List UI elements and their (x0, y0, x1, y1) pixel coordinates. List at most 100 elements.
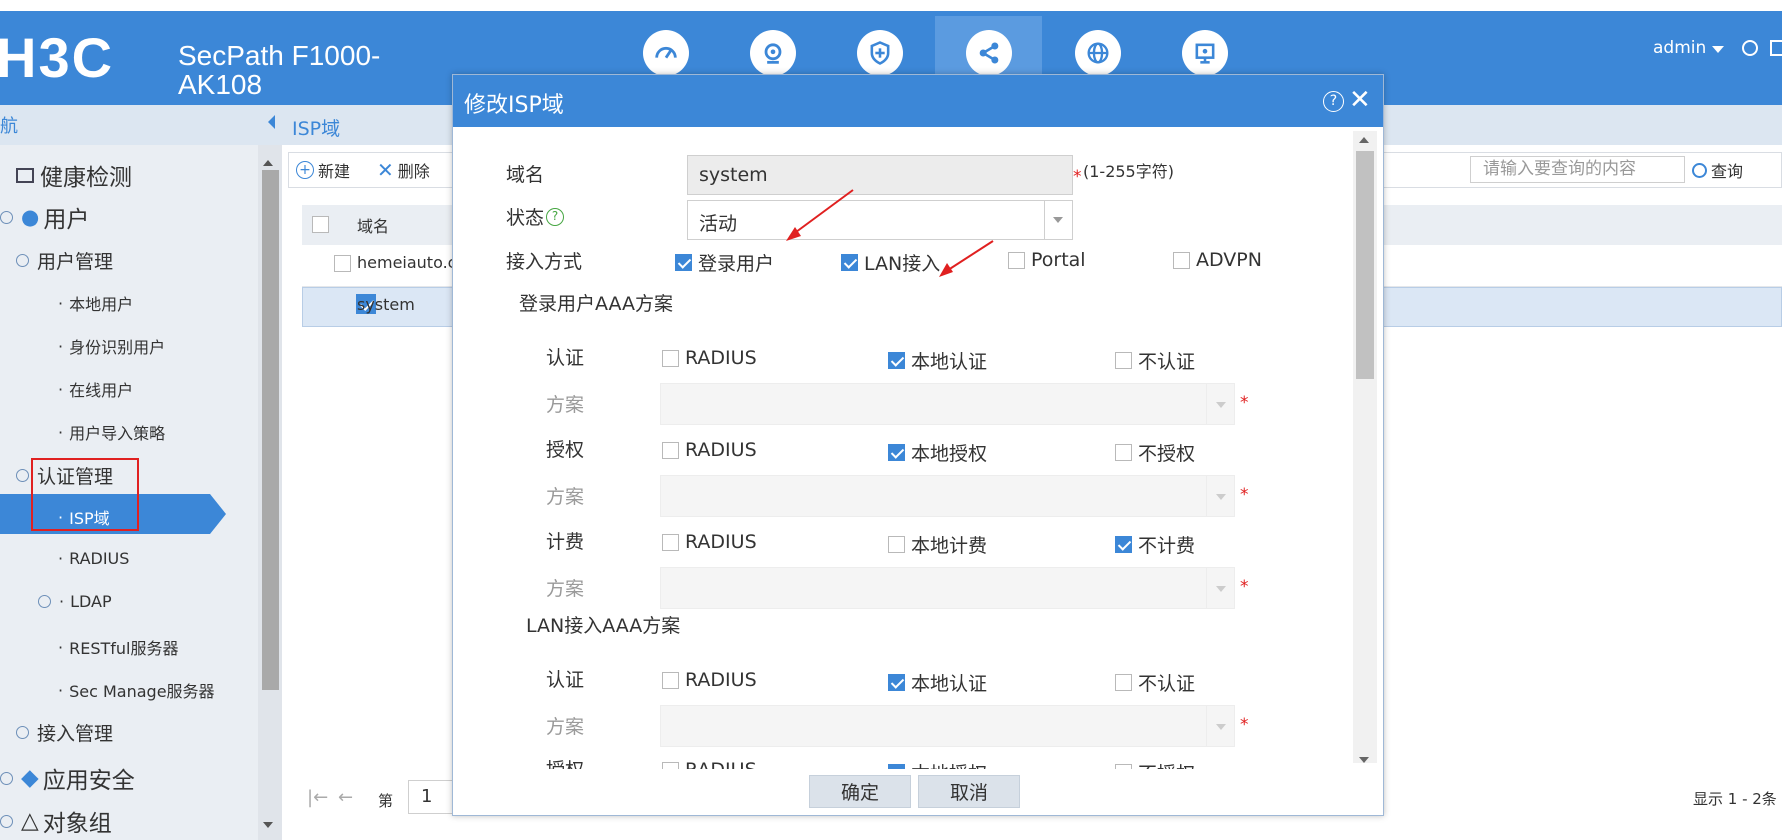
first-page-icon[interactable]: |← (307, 787, 328, 808)
search-icon[interactable] (1742, 40, 1759, 56)
lan-author-label: 授权 (546, 755, 584, 769)
checkbox[interactable] (662, 441, 679, 459)
delete-button[interactable]: ✕ 删除 (377, 158, 430, 182)
pager-summary: 显示 1 - 2条 (1693, 790, 1777, 808)
network-share-icon (965, 29, 1012, 76)
sidebar-item-access-mgmt[interactable]: 接入管理 (16, 719, 113, 746)
search-input[interactable]: 请输入要查询的内容 (1470, 156, 1685, 183)
lan-author-local-checkbox[interactable]: 本地授权 (888, 759, 987, 769)
chevron-down-icon (1206, 384, 1234, 424)
sidebar-item-user[interactable]: ● 用户 (0, 200, 89, 234)
required-mark: * (1240, 485, 1249, 505)
plus-icon: + (296, 161, 314, 179)
lan-auth-radius-checkbox[interactable]: RADIUS (662, 669, 757, 691)
checkbox[interactable] (662, 761, 679, 769)
collapse-sidebar-icon[interactable] (268, 115, 275, 129)
scroll-down-icon[interactable] (263, 822, 273, 828)
scheme-label: 方案 (546, 486, 585, 508)
scheme-label: 方案 (546, 394, 585, 416)
checkbox[interactable] (662, 533, 679, 551)
prev-page-icon[interactable]: ← (338, 787, 353, 808)
access-login-user-checkbox[interactable]: 登录用户 (675, 249, 774, 276)
checkbox[interactable] (1115, 444, 1132, 461)
cancel-button[interactable]: 取消 (918, 775, 1020, 808)
login-auth-radius-checkbox[interactable]: RADIUS (662, 347, 757, 369)
login-author-radius-checkbox[interactable]: RADIUS (662, 439, 757, 461)
triangle-icon: △ (21, 808, 39, 834)
login-auth-scheme-select[interactable] (660, 383, 1235, 425)
checkbox[interactable] (675, 254, 692, 271)
login-auth-local-checkbox[interactable]: 本地认证 (888, 347, 987, 374)
ok-button[interactable]: 确定 (809, 775, 911, 808)
checkbox[interactable] (662, 671, 679, 689)
close-icon: ✕ (377, 158, 394, 182)
lan-author-radius-checkbox[interactable]: RADIUS (662, 759, 757, 769)
sidebar-item-app-security[interactable]: ◆ 应用安全 (0, 761, 135, 795)
login-auth-none-checkbox[interactable]: 不认证 (1115, 347, 1195, 374)
sidebar-item-identity-user[interactable]: · 身份识别用户 (58, 334, 165, 358)
user-menu[interactable]: admin (1653, 38, 1782, 58)
sidebar-scroll-thumb[interactable] (262, 170, 279, 690)
checkbox[interactable] (888, 764, 905, 769)
sidebar-item-ldap[interactable]: · LDAP (38, 592, 112, 611)
checkbox[interactable] (888, 352, 905, 369)
sidebar-item-import-policy[interactable]: · 用户导入策略 (58, 420, 165, 444)
breadcrumb: ISP域 (292, 118, 341, 140)
login-author-none-checkbox[interactable]: 不授权 (1115, 439, 1195, 466)
checkbox[interactable] (1115, 674, 1132, 691)
page-prefix: 第 (378, 792, 394, 810)
checkbox[interactable] (662, 349, 679, 367)
login-acct-none-checkbox[interactable]: 不计费 (1115, 531, 1195, 558)
login-author-label: 授权 (546, 439, 585, 461)
checkbox[interactable] (1008, 251, 1025, 269)
checkbox[interactable] (888, 536, 905, 553)
access-advpn-checkbox[interactable]: ADVPN (1173, 249, 1262, 271)
monitor-icon (749, 29, 796, 76)
product-name: SecPath F1000-AK108 (178, 40, 381, 100)
lan-author-none-checkbox[interactable]: 不授权 (1115, 759, 1195, 769)
login-acct-scheme-select[interactable] (660, 567, 1235, 609)
required-mark: * (1240, 393, 1249, 413)
save-icon[interactable] (1770, 40, 1782, 56)
row-checkbox[interactable] (334, 255, 352, 272)
new-button[interactable]: + 新建 (296, 158, 350, 182)
login-auth-label: 认证 (546, 347, 585, 369)
lan-auth-local-checkbox[interactable]: 本地认证 (888, 669, 987, 696)
checkbox[interactable] (1115, 764, 1132, 769)
sidebar-item-radius[interactable]: · RADIUS (58, 549, 129, 568)
sidebar-item-object-group[interactable]: △ 对象组 (0, 804, 112, 838)
checkbox[interactable] (888, 444, 905, 461)
sidebar-item-secmanage[interactable]: · Sec Manage服务器 (58, 678, 215, 702)
select-all-checkbox[interactable] (312, 216, 329, 233)
login-author-scheme-select[interactable] (660, 475, 1235, 517)
required-mark: * (1240, 577, 1249, 597)
sidebar-item-user-mgmt[interactable]: 用户管理 (16, 247, 113, 274)
user-icon: ● (21, 205, 40, 229)
checkbox[interactable] (841, 254, 858, 271)
access-lan-checkbox[interactable]: LAN接入 (841, 249, 940, 276)
sidebar-item-health[interactable]: 健康检测 (16, 158, 132, 192)
sidebar-item-restful[interactable]: · RESTful服务器 (58, 635, 178, 659)
chevron-icon (38, 595, 51, 608)
login-author-local-checkbox[interactable]: 本地授权 (888, 439, 987, 466)
checkbox[interactable] (1115, 352, 1132, 369)
access-portal-checkbox[interactable]: Portal (1008, 249, 1086, 271)
search-icon (1692, 162, 1707, 178)
query-button[interactable]: 查询 (1692, 158, 1743, 182)
access-method-label: 接入方式 (506, 251, 583, 273)
lan-auth-none-checkbox[interactable]: 不认证 (1115, 669, 1195, 696)
login-acct-local-checkbox[interactable]: 本地计费 (888, 531, 987, 558)
sidebar-item-online-user[interactable]: · 在线用户 (58, 377, 133, 401)
checkbox[interactable] (1115, 536, 1132, 553)
checkbox[interactable] (1173, 251, 1190, 269)
checkbox[interactable] (888, 674, 905, 691)
chevron-icon (0, 210, 13, 224)
login-acct-label: 计费 (546, 531, 585, 553)
sidebar-item-local-user[interactable]: · 本地用户 (58, 291, 133, 315)
chevron-down-icon (1206, 568, 1234, 608)
page-number-input[interactable]: 1 (408, 780, 456, 814)
lan-aaa-section-title: LAN接入AAA方案 (526, 615, 681, 637)
lan-auth-scheme-select[interactable] (660, 705, 1235, 747)
scroll-up-icon[interactable] (263, 160, 273, 166)
login-acct-radius-checkbox[interactable]: RADIUS (662, 531, 757, 553)
